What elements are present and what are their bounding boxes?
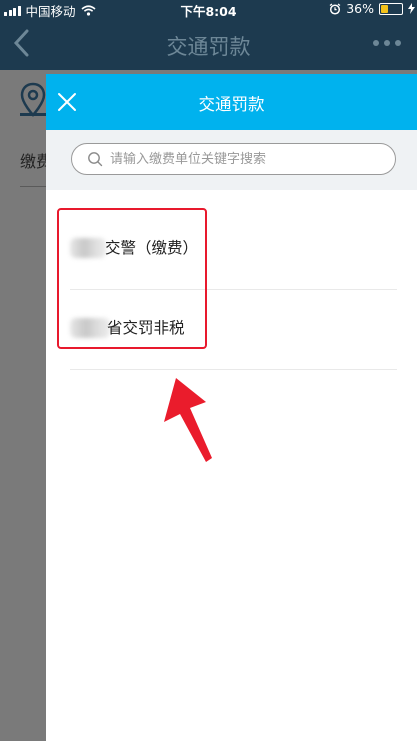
- battery-icon: [379, 2, 403, 15]
- status-bar: 中国移动 下午8:04 36%: [0, 0, 417, 19]
- panel-title: 交通罚款: [198, 95, 265, 114]
- highlight-box: [57, 208, 207, 349]
- more-dots-icon[interactable]: [373, 40, 401, 46]
- background-nav-bar: 交通罚款: [0, 18, 417, 70]
- search-icon: [88, 152, 103, 167]
- payee-picker-panel: 交通罚款 交警（缴费） 省交罚非税: [46, 74, 417, 741]
- alarm-icon: [329, 2, 341, 15]
- list-divider: [70, 369, 397, 370]
- panel-header: 交通罚款: [46, 74, 417, 130]
- red-arrow-icon: [164, 378, 212, 462]
- status-right: 36%: [329, 1, 415, 16]
- charging-icon: [408, 3, 415, 14]
- battery-level: [381, 4, 388, 13]
- background-title: 交通罚款: [166, 35, 251, 59]
- location-pin-icon: [20, 82, 46, 117]
- battery-percent: 36%: [346, 1, 374, 16]
- search-box[interactable]: [71, 143, 396, 175]
- search-bar-area: [46, 130, 417, 190]
- search-input[interactable]: [110, 148, 380, 170]
